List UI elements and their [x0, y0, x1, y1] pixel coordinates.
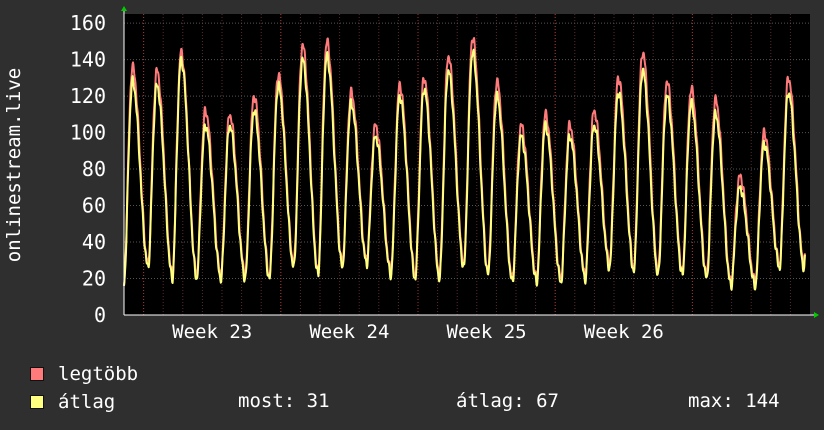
y-tick-label: 60: [82, 194, 106, 218]
y-tick-label: 80: [82, 157, 106, 181]
x-tick-label: Week 24: [309, 321, 389, 343]
x-tick-label: Week 26: [584, 321, 664, 343]
x-tick-label: Week 23: [172, 321, 252, 343]
y-tick-label: 140: [70, 48, 106, 72]
legend-item-atlag: átlag: [30, 391, 115, 413]
legend-swatch-atlag: [30, 395, 44, 409]
traffic-chart: 0 20 40 60 80 100 120 140 160 Week 23 Week 24 Week …: [3, 6, 819, 343]
x-tick-label: Week 25: [447, 321, 527, 343]
y-axis-arrow-icon: [121, 6, 127, 11]
y-tick-label: 100: [70, 121, 106, 145]
x-axis-arrow-icon: [814, 312, 819, 318]
y-axis-label: onlinestream.live: [3, 68, 25, 262]
y-tick-label: 20: [82, 267, 106, 291]
y-tick-label: 40: [82, 230, 106, 254]
stat-max: max: 144: [688, 390, 780, 412]
y-tick-label: 160: [70, 11, 106, 35]
stat-atlag: átlag: 67: [456, 390, 559, 412]
y-tick-label: 120: [70, 84, 106, 108]
chart-stage: 0 20 40 60 80 100 120 140 160 Week 23 Week 24 Week …: [0, 0, 824, 430]
legend-swatch-legtobb: [30, 367, 44, 381]
legend-label-legtobb: legtöbb: [58, 363, 139, 385]
legend-item-legtobb: legtöbb: [30, 363, 138, 385]
stat-most: most: 31: [238, 390, 330, 412]
y-tick-label: 0: [94, 303, 106, 327]
legend-label-atlag: átlag: [58, 391, 116, 413]
